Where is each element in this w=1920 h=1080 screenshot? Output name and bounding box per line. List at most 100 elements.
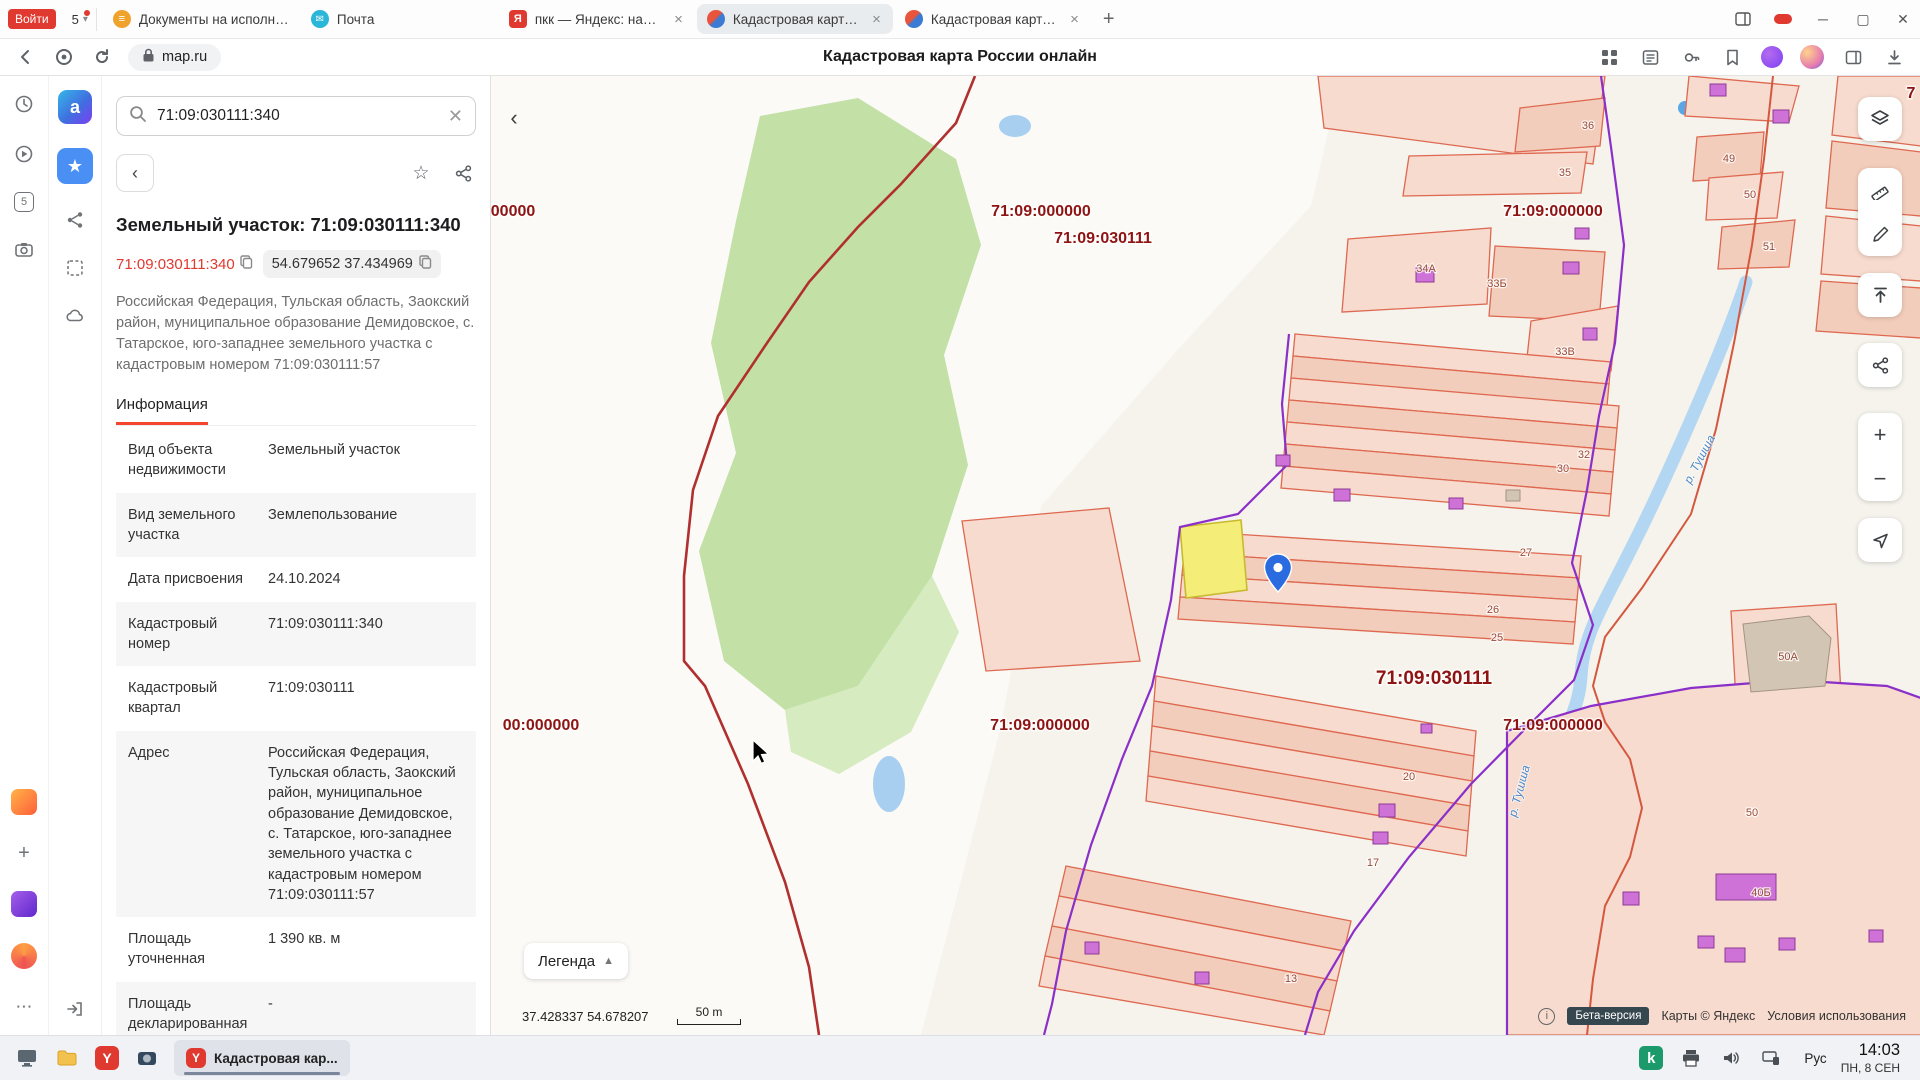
zoom-group: + −	[1858, 413, 1902, 501]
password-manager-icon[interactable]	[1679, 45, 1703, 69]
history-icon[interactable]	[12, 92, 36, 116]
close-window-button[interactable]: ✕	[1894, 10, 1912, 28]
terms-link[interactable]: Условия использования	[1767, 1009, 1906, 1023]
back-button[interactable]	[14, 45, 38, 69]
panel-back-button[interactable]: ‹	[116, 154, 154, 192]
tab-close-icon[interactable]: ×	[1068, 11, 1081, 28]
clear-search-icon[interactable]: ✕	[448, 106, 463, 127]
camera-app-icon[interactable]	[130, 1041, 164, 1075]
search-input[interactable]	[157, 107, 438, 125]
share-icon[interactable]	[450, 160, 476, 186]
video-icon[interactable]	[12, 142, 36, 166]
side-panels-icon[interactable]	[1734, 10, 1752, 28]
reader-mode-icon[interactable]	[1638, 45, 1662, 69]
parcel-number: 50	[1746, 807, 1758, 819]
tab-counter[interactable]: 5 ▾	[64, 8, 97, 31]
yandex-favicon: Я	[509, 10, 527, 28]
sidebar-toggle-icon[interactable]	[1841, 45, 1865, 69]
zoom-out-button[interactable]: −	[1858, 457, 1902, 501]
maximize-button[interactable]: ▢	[1854, 10, 1872, 28]
downloads-icon[interactable]	[1882, 45, 1906, 69]
parcel-number: 50	[1744, 189, 1756, 201]
reload-button[interactable]	[90, 45, 114, 69]
parcel-number: 50А	[1778, 651, 1798, 663]
info-icon[interactable]: i	[1538, 1008, 1555, 1025]
map-share-button[interactable]	[1858, 343, 1902, 387]
yandex-browser-taskbar-icon[interactable]: Y	[90, 1041, 124, 1075]
geolocation-button[interactable]	[1858, 518, 1902, 562]
tab-close-icon[interactable]: ×	[870, 11, 883, 28]
url-field[interactable]: map.ru	[128, 44, 221, 71]
exit-panel-icon[interactable]	[63, 997, 87, 1021]
copy-icon[interactable]	[240, 255, 253, 273]
info-label: Кадастровый номер	[128, 614, 268, 655]
info-value: 24.10.2024	[268, 569, 464, 589]
address-bar: map.ru Кадастровая карта России онлайн	[0, 39, 1920, 76]
select-area-icon[interactable]	[63, 256, 87, 280]
browser-tab[interactable]: Кадастровая карта Росси×	[895, 4, 1091, 34]
screenshot-icon[interactable]	[12, 238, 36, 262]
map-canvas[interactable]: 00:00000071:09:00000071:09:03011171:09:0…	[490, 76, 1920, 1035]
upload-button[interactable]	[1858, 273, 1902, 317]
legend-button[interactable]: Легенда▲	[524, 943, 628, 979]
purple-app-icon[interactable]	[11, 891, 37, 917]
new-tab-button[interactable]: +	[1093, 8, 1125, 31]
file-explorer-icon[interactable]	[50, 1041, 84, 1075]
info-label: Вид земельного участка	[128, 505, 268, 546]
browser-tab[interactable]: Япкк — Яндекс: нашлось×	[499, 4, 695, 34]
games-app-icon[interactable]	[11, 789, 37, 815]
cloud-icon[interactable]	[63, 304, 87, 328]
object-title: Земельный участок: 71:09:030111:340	[116, 214, 476, 236]
parcel-number: 32	[1578, 449, 1590, 461]
tab-information[interactable]: Информация	[116, 396, 208, 425]
add-panel-icon[interactable]: +	[12, 841, 36, 865]
minimize-button[interactable]: ─	[1814, 10, 1832, 28]
collapse-panel-button[interactable]: ‹	[501, 103, 527, 133]
selected-parcel[interactable]	[1180, 520, 1247, 598]
ruler-button[interactable]	[1858, 168, 1902, 212]
alice-assistant-icon[interactable]	[1761, 46, 1783, 68]
copy-icon[interactable]	[419, 255, 432, 273]
collections-icon[interactable]	[1597, 45, 1621, 69]
cadastral-map[interactable]: 00:00000071:09:00000071:09:03011171:09:0…	[491, 76, 1920, 1035]
coordinates-chip[interactable]: 54.679652 37.434969	[263, 250, 441, 278]
active-task[interactable]: Y Кадастровая кар...	[174, 1040, 350, 1076]
search-box: ✕	[116, 96, 476, 136]
favorites-panel-button[interactable]: ★	[57, 148, 93, 184]
parcel-number: 40Б	[1751, 887, 1770, 899]
login-button[interactable]: Войти	[8, 9, 56, 29]
bookmark-flag-icon[interactable]	[1720, 45, 1744, 69]
info-label: Дата присвоения	[128, 569, 268, 589]
tab-close-icon[interactable]: ×	[672, 11, 685, 28]
orange-app-icon[interactable]	[11, 943, 37, 969]
parcel-number: 35	[1559, 167, 1571, 179]
zoom-in-button[interactable]: +	[1858, 413, 1902, 457]
clock[interactable]: 14:03 ПН, 8 СЕН	[1841, 1040, 1910, 1076]
more-options-icon[interactable]: ⋯	[12, 995, 36, 1019]
layers-button[interactable]	[1858, 97, 1902, 141]
browser-tab[interactable]: ≡Документы на исполнен	[103, 4, 299, 34]
cadastre-app-logo[interactable]: a	[58, 90, 92, 124]
edit-button[interactable]	[1858, 212, 1902, 256]
kaspersky-tray-icon[interactable]: k	[1634, 1041, 1668, 1075]
parcel-number: 27	[1520, 547, 1532, 559]
language-indicator[interactable]: Рус	[1804, 1051, 1826, 1066]
tabs-count-badge[interactable]: 5	[14, 192, 34, 212]
parcel-number: 30	[1557, 463, 1569, 475]
browser-tab[interactable]: Кадастровая карта Ро×	[697, 4, 893, 34]
favorite-star-icon[interactable]: ☆	[408, 160, 434, 186]
cadastral-number-link[interactable]: 71:09:030111:340	[116, 255, 253, 273]
info-row: Дата присвоения24.10.2024	[116, 557, 476, 601]
taskbar-app-icon[interactable]	[10, 1041, 44, 1075]
info-row: Кадастровый квартал71:09:030111	[116, 666, 476, 731]
browser-tab[interactable]: ✉Почта	[301, 4, 497, 34]
info-value: Земельный участок	[268, 440, 464, 481]
share-nodes-icon[interactable]	[63, 208, 87, 232]
printer-tray-icon[interactable]	[1674, 1041, 1708, 1075]
network-tray-icon[interactable]	[1754, 1041, 1788, 1075]
measure-draw-group	[1858, 168, 1902, 256]
profile-avatar[interactable]	[1800, 45, 1824, 69]
yandex-browser-icon[interactable]	[52, 45, 76, 69]
volume-tray-icon[interactable]	[1714, 1041, 1748, 1075]
recording-indicator-icon[interactable]	[1774, 10, 1792, 28]
